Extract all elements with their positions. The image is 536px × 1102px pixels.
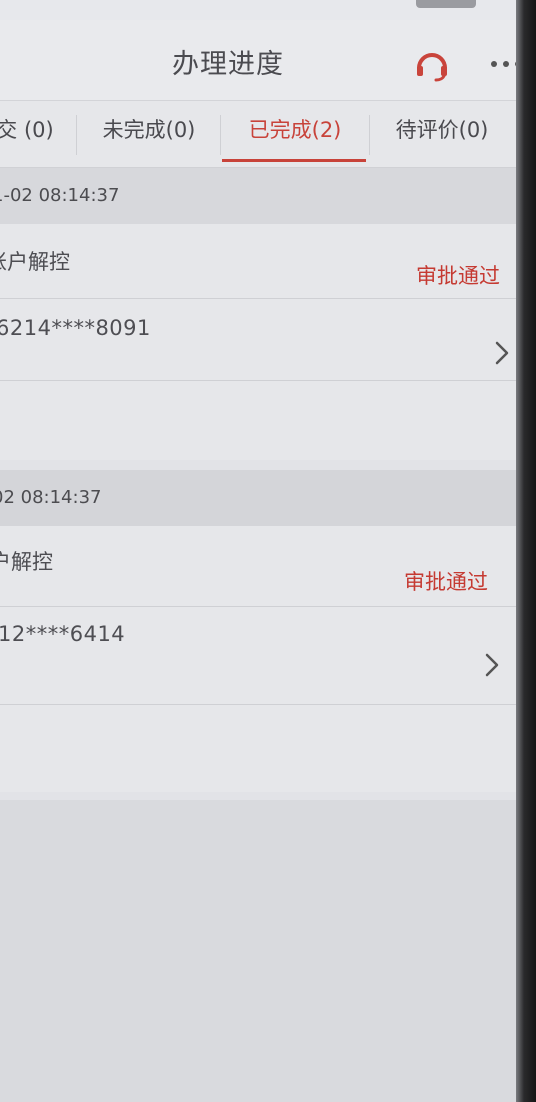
empty-background	[0, 800, 516, 1102]
record-datetime: 1-02 08:14:37	[0, 168, 516, 224]
business-name: 户解控	[0, 550, 53, 574]
device-bezel	[516, 0, 536, 1102]
tab-pending-review[interactable]: 待评价(0)	[372, 101, 512, 165]
status-tabs: 交 (0) 未完成(0) 已完成(2) 待评价(0)	[0, 100, 516, 168]
headset-icon[interactable]	[414, 46, 450, 82]
approval-status: 审批通过	[416, 264, 500, 288]
record-business-row: 账户解控 审批通过	[0, 224, 516, 299]
tab-completed[interactable]: 已完成(2)	[222, 101, 368, 165]
chevron-right-icon[interactable]	[494, 340, 510, 366]
tab-divider	[76, 115, 77, 155]
status-bar	[0, 0, 516, 20]
record-card[interactable]: 账户解控 审批通过 6214****8091	[0, 224, 516, 460]
business-name: 账户解控	[0, 250, 70, 274]
record-card[interactable]: 户解控 审批通过 12****6414	[0, 526, 516, 792]
tab-submitted[interactable]: 交 (0)	[0, 101, 70, 165]
nav-bar: 办理进度	[0, 20, 516, 100]
app-screen: 办理进度 交 (0) 未完成(0) 已完成(2) 待评价(0) 1-02 08:…	[0, 0, 516, 1102]
chevron-right-icon[interactable]	[484, 652, 500, 678]
record-account-row[interactable]: 6214****8091	[0, 300, 516, 381]
account-number: 12****6414	[0, 622, 126, 646]
record-account-row[interactable]: 12****6414	[0, 608, 516, 705]
tab-divider	[220, 115, 221, 155]
approval-status: 审批通过	[404, 570, 488, 594]
record-business-row: 户解控 审批通过	[0, 526, 516, 607]
more-icon[interactable]	[488, 58, 516, 70]
tab-incomplete[interactable]: 未完成(0)	[78, 101, 220, 165]
page-title: 办理进度	[172, 49, 284, 80]
account-number: 6214****8091	[0, 316, 151, 340]
status-bar-indicator	[416, 0, 476, 8]
active-tab-indicator	[222, 159, 366, 162]
tab-divider	[369, 115, 370, 155]
record-datetime: 02 08:14:37	[0, 470, 516, 526]
